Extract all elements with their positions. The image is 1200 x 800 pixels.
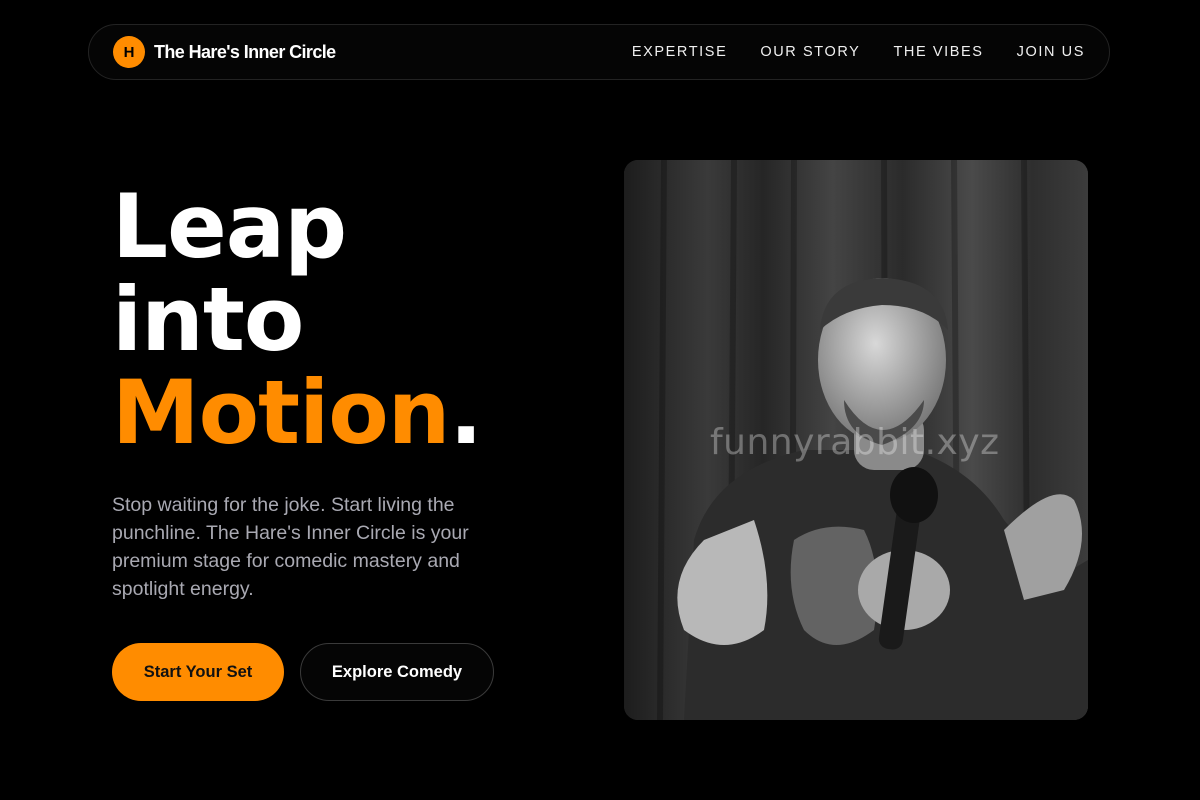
headline-accent-word: Motion (112, 361, 450, 464)
nav-link-our-story[interactable]: OUR STORY (760, 44, 860, 60)
top-nav: H The Hare's Inner Circle EXPERTISE OUR … (88, 24, 1110, 80)
headline-line-3: Motion. (112, 366, 483, 459)
headline-dot: . (449, 361, 482, 464)
nav-link-expertise[interactable]: EXPERTISE (632, 44, 728, 60)
brand-name: The Hare's Inner Circle (154, 41, 336, 62)
nav-link-the-vibes[interactable]: THE VIBES (893, 44, 983, 60)
hero-subtitle: Stop waiting for the joke. Start living … (112, 494, 469, 600)
start-your-set-button[interactable]: Start Your Set (112, 643, 284, 701)
photo-watermark: funnyrabbit.xyz (710, 422, 1000, 463)
nav-link-join-us[interactable]: JOIN US (1017, 44, 1085, 60)
headline-line-1: Leap (112, 175, 347, 278)
brand-logo[interactable]: H The Hare's Inner Circle (113, 36, 336, 68)
headline-line-2: into (112, 268, 304, 371)
brand-badge-icon: H (113, 36, 145, 68)
nav-links: EXPERTISE OUR STORY THE VIBES JOIN US (632, 25, 1085, 79)
hero-photo: funnyrabbit.xyz (624, 160, 1088, 720)
explore-comedy-button[interactable]: Explore Comedy (300, 643, 494, 701)
hero-headline: Leap into Motion. (112, 175, 483, 459)
